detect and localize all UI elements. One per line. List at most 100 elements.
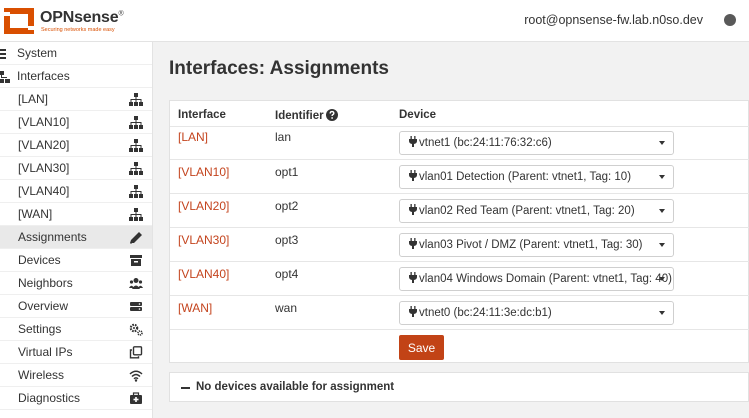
sidebar-item-settings[interactable]: Settings	[0, 318, 152, 341]
device-select-lan[interactable]: vtnet1 (bc:24:11:76:32:c6)	[399, 131, 674, 155]
device-select-vlan20[interactable]: vlan02 Red Team (Parent: vtnet1, Tag: 20…	[399, 199, 674, 223]
sidebar-item-label: Wireless	[18, 368, 65, 382]
opnsense-logo-icon	[2, 8, 36, 34]
row-divider	[170, 295, 749, 296]
status-dot-icon[interactable]	[724, 14, 736, 26]
column-header-device: Device	[399, 109, 437, 121]
chevron-down-icon	[659, 243, 665, 247]
row-divider	[170, 227, 749, 228]
chevron-down-icon	[659, 175, 665, 179]
top-bar: OPNsense® Securing networks made easy ro…	[0, 0, 749, 42]
sidebar-item-vlan10[interactable]: [VLAN10]	[0, 111, 152, 134]
plug-icon	[409, 204, 417, 215]
plug-icon	[409, 272, 417, 283]
assignments-table: Interface Identifier Device [LAN] lan vt…	[169, 100, 749, 363]
sitemap-icon	[129, 162, 143, 175]
identifier-opt2: opt2	[275, 199, 299, 213]
sidebar-item-system[interactable]: System	[0, 42, 152, 65]
sitemap-icon	[129, 185, 143, 198]
sidebar-item-label: Virtual IPs	[18, 345, 73, 359]
sitemap-icon	[129, 93, 143, 106]
row-divider	[170, 126, 749, 127]
sidebar-item-label: Diagnostics	[18, 391, 81, 405]
users-icon	[129, 278, 143, 289]
sitemap-icon	[129, 208, 143, 221]
available-devices-panel[interactable]: No devices available for assignment	[169, 372, 749, 402]
row-divider	[170, 329, 749, 330]
pencil-icon	[130, 232, 142, 244]
no-devices-message: No devices available for assignment	[196, 381, 395, 393]
sidebar-item-label: Overview	[18, 299, 69, 313]
sidebar-item-lan[interactable]: [LAN]	[0, 88, 152, 111]
minus-icon[interactable]	[181, 387, 190, 389]
interface-link-wan[interactable]: [WAN]	[178, 301, 212, 315]
device-select-value: vlan03 Pivot / DMZ (Parent: vtnet1, Tag:…	[419, 239, 643, 251]
sidebar: System Interfaces [LAN] [VLAN10] [VLAN20…	[0, 42, 153, 418]
sidebar-item-assignments[interactable]: Assignments	[0, 226, 152, 249]
logo-name: OPNsense®	[40, 9, 124, 26]
sidebar-item-vlan40[interactable]: [VLAN40]	[0, 180, 152, 203]
opnsense-logo[interactable]: OPNsense® Securing networks made easy	[2, 6, 124, 36]
sidebar-item-devices[interactable]: Devices	[0, 249, 152, 272]
sidebar-item-label: Assignments	[18, 230, 87, 244]
identifier-wan: wan	[275, 301, 298, 315]
page-title: Interfaces: Assignments	[169, 58, 389, 79]
medkit-icon	[130, 392, 142, 404]
sidebar-item-vlan30[interactable]: [VLAN30]	[0, 157, 152, 180]
column-header-identifier: Identifier	[275, 109, 338, 122]
plug-icon	[409, 238, 417, 249]
archive-icon	[130, 255, 142, 266]
device-select-vlan30[interactable]: vlan03 Pivot / DMZ (Parent: vtnet1, Tag:…	[399, 233, 674, 257]
sidebar-item-label: Neighbors	[18, 276, 73, 290]
interface-link-vlan40[interactable]: [VLAN40]	[178, 267, 229, 281]
sidebar-item-wireless[interactable]: Wireless	[0, 364, 152, 387]
cogs-icon	[129, 323, 143, 336]
sidebar-item-label: Settings	[18, 322, 62, 336]
device-select-value: vtnet0 (bc:24:11:3e:dc:b1)	[419, 307, 552, 319]
identifier-lan: lan	[275, 130, 292, 144]
identifier-opt1: opt1	[275, 165, 299, 179]
chevron-down-icon	[659, 209, 665, 213]
row-divider	[170, 261, 749, 262]
row-divider	[170, 159, 749, 160]
sidebar-item-interfaces[interactable]: Interfaces	[0, 65, 152, 88]
sidebar-item-label: [VLAN10]	[18, 115, 70, 129]
chevron-down-icon	[659, 311, 665, 315]
chevron-down-icon	[659, 277, 665, 281]
sidebar-item-label: [VLAN30]	[18, 161, 70, 175]
row-divider	[170, 193, 749, 194]
clone-icon	[129, 346, 143, 359]
device-select-vlan10[interactable]: vlan01 Detection (Parent: vtnet1, Tag: 1…	[399, 165, 674, 189]
interface-link-vlan10[interactable]: [VLAN10]	[178, 165, 229, 179]
interface-link-vlan30[interactable]: [VLAN30]	[178, 233, 229, 247]
column-header-interface: Interface	[178, 109, 226, 121]
sidebar-item-vlan20[interactable]: [VLAN20]	[0, 134, 152, 157]
help-icon[interactable]	[325, 109, 338, 121]
device-select-value: vlan02 Red Team (Parent: vtnet1, Tag: 20…	[419, 205, 635, 217]
save-button[interactable]: Save	[399, 335, 444, 360]
sidebar-item-label: [VLAN20]	[18, 138, 70, 152]
identifier-opt3: opt3	[275, 233, 299, 247]
server-icon	[130, 302, 142, 311]
sidebar-item-overview[interactable]: Overview	[0, 295, 152, 318]
sitemap-icon	[129, 116, 143, 129]
sidebar-item-label: [VLAN40]	[18, 184, 70, 198]
device-select-value: vlan04 Windows Domain (Parent: vtnet1, T…	[419, 273, 672, 285]
identifier-opt4: opt4	[275, 267, 299, 281]
sidebar-item-wan[interactable]: [WAN]	[0, 203, 152, 226]
sidebar-item-diagnostics[interactable]: Diagnostics	[0, 387, 152, 410]
wifi-icon	[129, 370, 143, 382]
interface-link-lan[interactable]: [LAN]	[178, 130, 208, 144]
device-select-vlan40[interactable]: vlan04 Windows Domain (Parent: vtnet1, T…	[399, 267, 674, 291]
sidebar-item-label: [WAN]	[18, 207, 53, 221]
plug-icon	[409, 306, 417, 317]
device-select-wan[interactable]: vtnet0 (bc:24:11:3e:dc:b1)	[399, 301, 674, 325]
interface-link-vlan20[interactable]: [VLAN20]	[178, 199, 229, 213]
chevron-down-icon	[659, 141, 665, 145]
user-menu[interactable]: root@opnsense-fw.lab.n0so.dev	[524, 13, 703, 27]
desktop-icon	[0, 49, 6, 59]
sitemap-icon	[0, 71, 10, 83]
logo-tagline: Securing networks made easy	[41, 27, 115, 33]
sidebar-item-virtual-ips[interactable]: Virtual IPs	[0, 341, 152, 364]
sidebar-item-neighbors[interactable]: Neighbors	[0, 272, 152, 295]
